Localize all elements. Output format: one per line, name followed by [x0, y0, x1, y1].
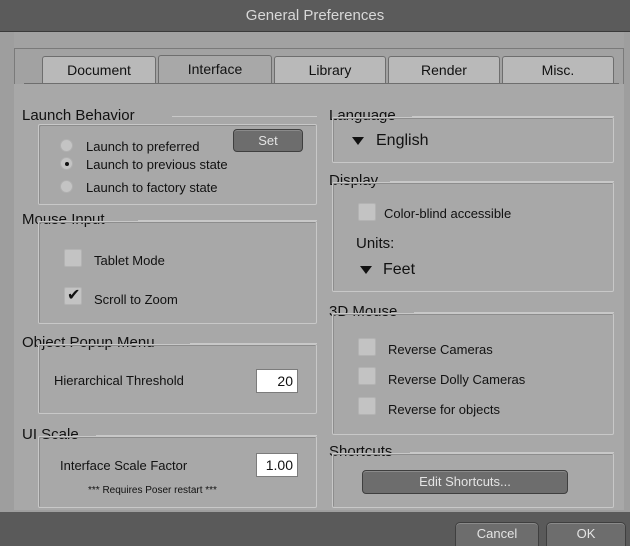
color-blind-label: Color-blind accessible [384, 206, 512, 221]
scroll-to-zoom-checkbox[interactable]: ✔ [64, 287, 82, 305]
reverse-objects-checkbox[interactable] [358, 397, 376, 415]
reverse-cameras-checkbox[interactable] [358, 338, 376, 356]
reverse-cameras-label: Reverse Cameras [388, 342, 493, 357]
scale-factor-input[interactable]: 1.00 [256, 453, 298, 477]
tablet-mode-label: Tablet Mode [94, 253, 165, 268]
dropdown-arrow-icon[interactable] [352, 137, 364, 145]
launch-preferred-label: Launch to preferred [86, 139, 200, 154]
launch-previous-radio[interactable] [60, 157, 73, 170]
launch-factory-radio[interactable] [60, 180, 73, 193]
threshold-input[interactable]: 20 [256, 369, 298, 393]
launch-previous-label: Launch to previous state [86, 157, 228, 172]
language-dropdown[interactable]: English [376, 132, 428, 150]
tablet-mode-checkbox[interactable] [64, 249, 82, 267]
restart-note: *** Requires Poser restart *** [88, 485, 217, 496]
tab-library[interactable]: Library [274, 56, 386, 83]
threshold-label: Hierarchical Threshold [54, 373, 184, 388]
cancel-button[interactable]: Cancel [455, 522, 539, 546]
units-dropdown[interactable]: Feet [383, 261, 415, 279]
window-title: General Preferences [0, 0, 630, 32]
scroll-to-zoom-label: Scroll to Zoom [94, 292, 178, 307]
launch-behavior-title: Launch Behavior [22, 107, 135, 124]
set-button[interactable]: Set [233, 129, 303, 152]
reverse-dolly-label: Reverse Dolly Cameras [388, 372, 526, 387]
launch-preferred-radio[interactable] [60, 139, 73, 152]
edit-shortcuts-button[interactable]: Edit Shortcuts... [362, 470, 568, 494]
units-label: Units: [356, 235, 395, 252]
dropdown-arrow-icon[interactable] [360, 266, 372, 274]
color-blind-checkbox[interactable] [358, 203, 376, 221]
language-group [332, 117, 614, 163]
launch-behavior-rule [172, 116, 317, 117]
reverse-dolly-checkbox[interactable] [358, 367, 376, 385]
mouse-input-group [38, 221, 317, 324]
tab-interface[interactable]: Interface [158, 55, 272, 84]
launch-factory-label: Launch to factory state [86, 180, 218, 195]
tab-render[interactable]: Render [388, 56, 500, 83]
tab-document[interactable]: Document [42, 56, 156, 83]
scale-factor-label: Interface Scale Factor [60, 458, 188, 473]
ok-button[interactable]: OK [546, 522, 626, 546]
checkmark-icon: ✔ [67, 287, 81, 304]
preferences-window: General Preferences Document Interface L… [0, 0, 630, 546]
tab-misc[interactable]: Misc. [502, 56, 614, 83]
reverse-objects-label: Reverse for objects [388, 402, 500, 417]
